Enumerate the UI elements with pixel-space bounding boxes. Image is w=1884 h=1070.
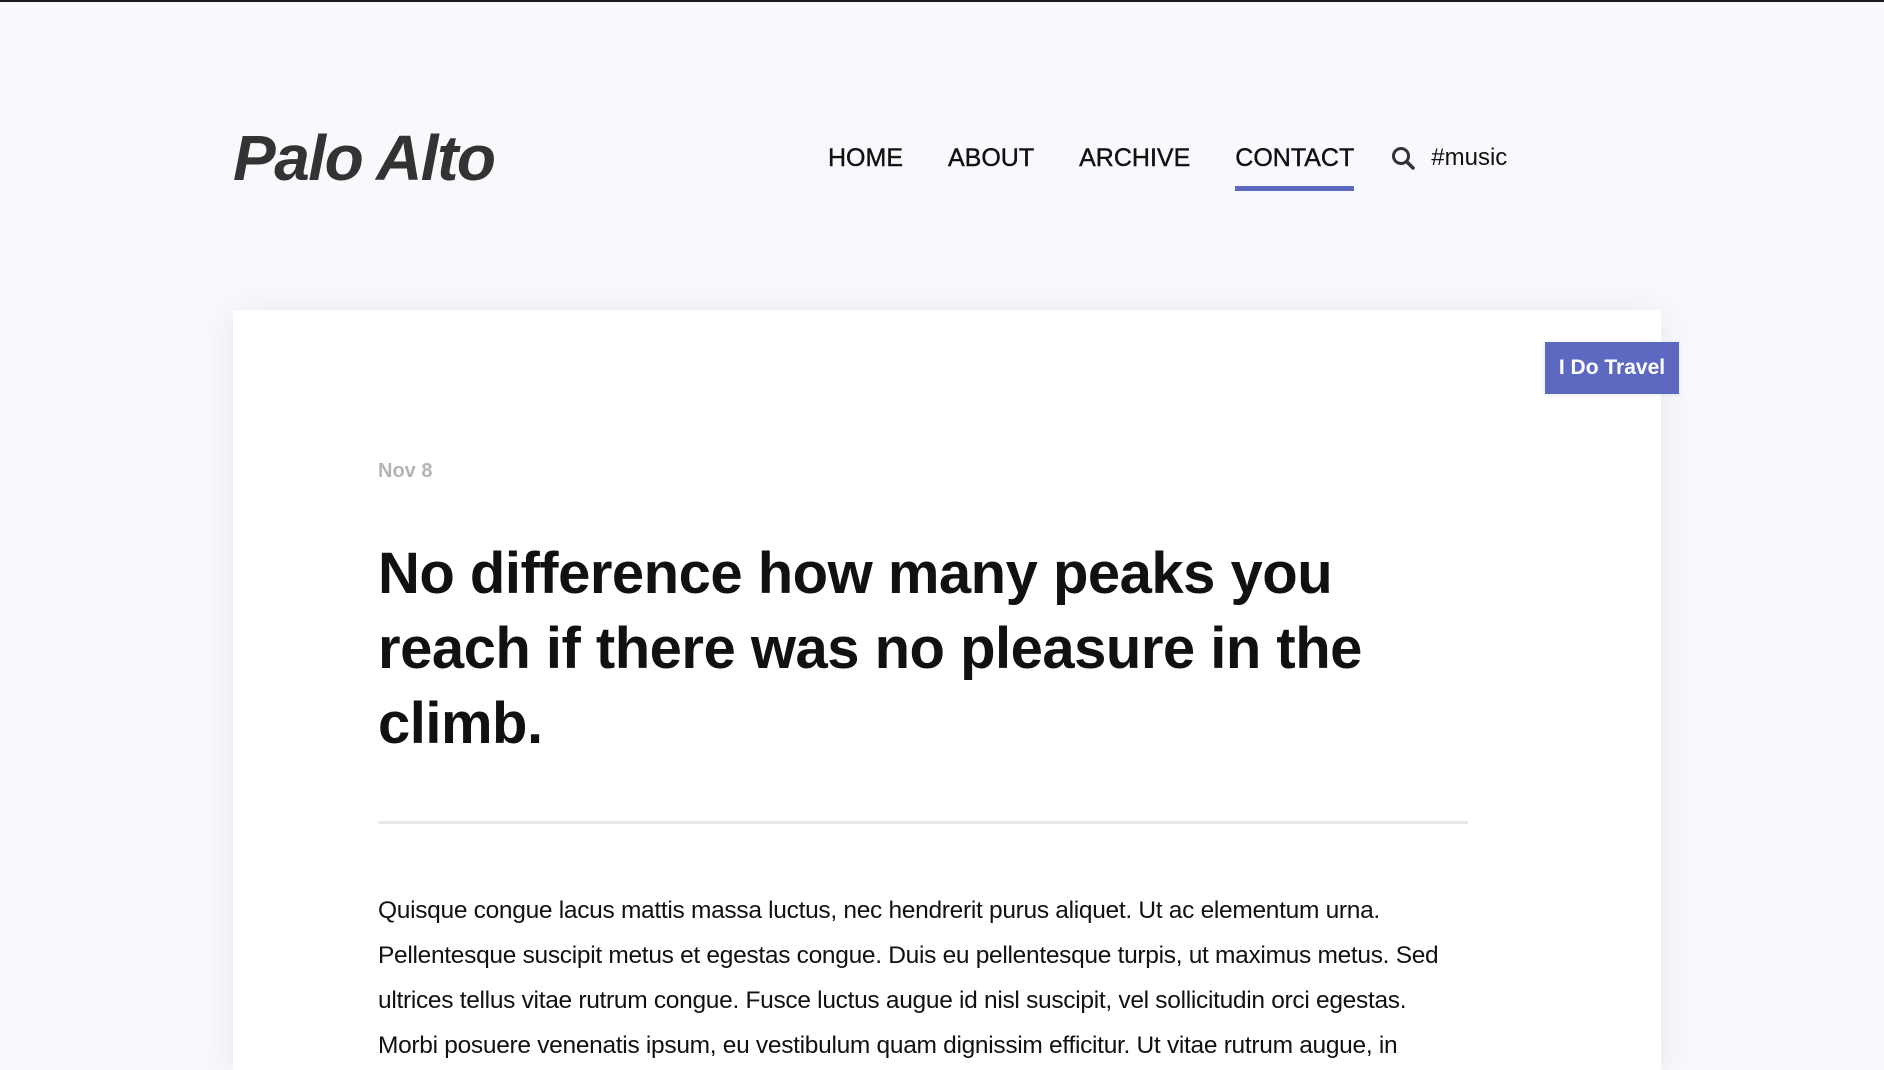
site-header: Palo Alto HOME ABOUT ARCHIVE CONTACT #mu… — [0, 2, 1884, 242]
nav-item-about[interactable]: ABOUT — [948, 140, 1035, 176]
nav-item-home[interactable]: HOME — [828, 140, 903, 176]
post-body: Quisque congue lacus mattis massa luctus… — [378, 897, 1439, 1059]
post-title: No difference how many peaks you reach i… — [378, 541, 1362, 756]
site-logo[interactable]: Palo Alto — [233, 120, 496, 196]
nav-item-archive[interactable]: ARCHIVE — [1079, 140, 1191, 176]
search-icon — [1391, 146, 1415, 170]
title-divider — [378, 821, 1468, 824]
main-nav: HOME ABOUT ARCHIVE CONTACT #music — [828, 140, 1507, 191]
post-category-tag[interactable]: I Do Travel — [1545, 342, 1679, 394]
post-date: Nov 8 — [378, 460, 433, 482]
search-query-text[interactable]: #music — [1431, 140, 1507, 176]
nav-item-contact[interactable]: CONTACT — [1235, 140, 1354, 191]
search-button[interactable]: #music — [1391, 140, 1507, 176]
